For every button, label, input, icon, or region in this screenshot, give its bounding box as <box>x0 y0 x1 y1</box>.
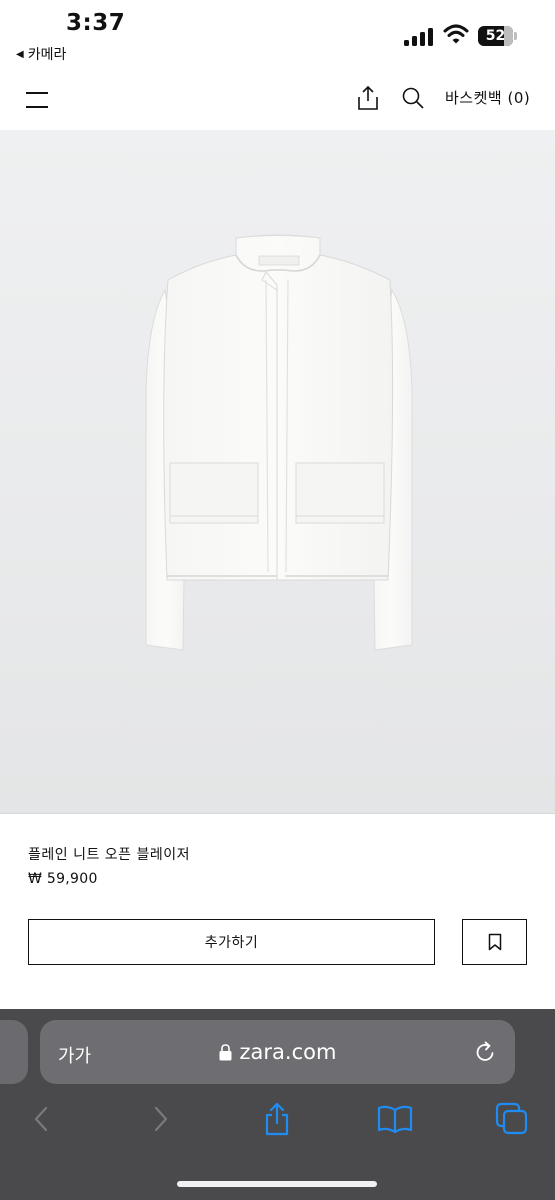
back-icon[interactable] <box>23 1101 59 1137</box>
bookmark-button[interactable] <box>462 919 527 965</box>
back-app-label: 카메라 <box>27 47 67 63</box>
status-bar: 3:37 ◀ 카메라 52 <box>0 0 555 70</box>
bookmarks-icon[interactable] <box>377 1101 413 1137</box>
battery-indicator: 52 <box>478 26 518 46</box>
search-icon[interactable] <box>401 86 425 110</box>
browser-bottom-bar: 가가 zara.com <box>0 1009 555 1200</box>
product-title: 플레인 니트 오픈 블레이저 <box>28 847 191 863</box>
shopping-bag-link[interactable]: 바스켓백 (0) <box>445 87 530 108</box>
tabs-icon[interactable] <box>494 1101 530 1137</box>
bookmark-icon <box>488 933 501 951</box>
back-triangle-icon: ◀ <box>16 48 24 60</box>
battery-level: 52 <box>485 28 506 44</box>
jacket-photo <box>145 234 413 651</box>
back-to-app-link[interactable]: ◀ 카메라 <box>16 44 66 64</box>
wifi-icon <box>443 24 469 44</box>
status-time: 3:37 <box>66 10 126 36</box>
cellular-signal-icon <box>404 26 434 46</box>
url-text: zara.com <box>239 1040 337 1064</box>
reload-icon[interactable] <box>473 1040 497 1064</box>
address-bar[interactable]: 가가 zara.com <box>40 1020 515 1084</box>
home-indicator[interactable] <box>177 1181 377 1187</box>
previous-tab-preview[interactable] <box>0 1020 28 1084</box>
forward-icon[interactable] <box>143 1101 179 1137</box>
top-nav: 바스켓백 (0) <box>0 70 555 130</box>
add-to-bag-button[interactable]: 추가하기 <box>28 919 435 965</box>
lock-icon <box>219 1043 232 1060</box>
browser-toolbar <box>0 1101 555 1141</box>
product-price: ₩ 59,900 <box>28 871 98 887</box>
menu-icon[interactable] <box>26 90 48 108</box>
product-info: 플레인 니트 오픈 블레이저 ₩ 59,900 추가하기 <box>0 813 555 1009</box>
product-image[interactable] <box>0 130 555 813</box>
share-icon[interactable] <box>259 1101 295 1137</box>
share-icon[interactable] <box>356 85 380 111</box>
